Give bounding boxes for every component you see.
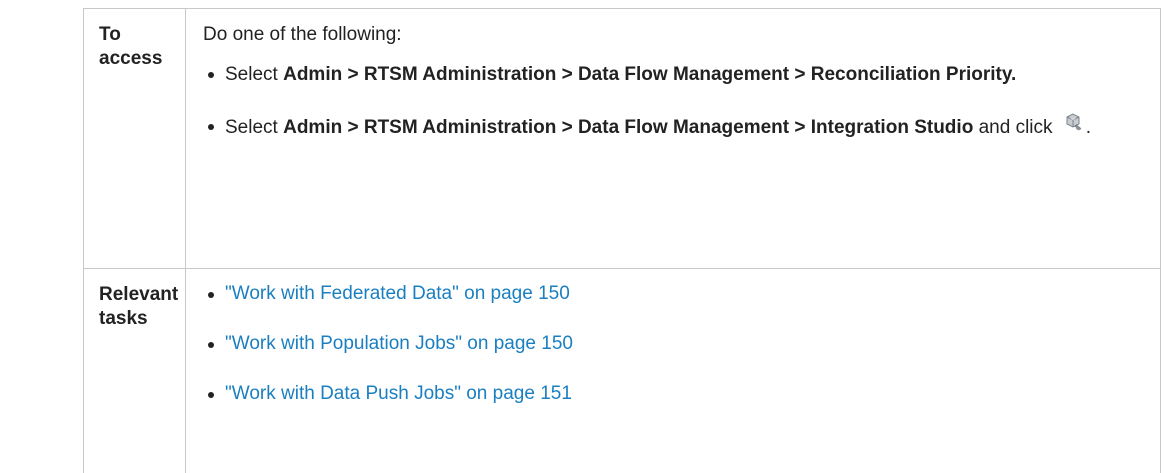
step-suffix: and click [973,117,1057,138]
access-label: To access [84,9,186,269]
access-step-integration-studio: Select Admin > RTSM Administration > Dat… [203,112,1160,143]
task-item: "Work with Population Jobs" on page 150 [203,332,1160,356]
task-item: "Work with Data Push Jobs" on page 151 [203,382,1160,406]
access-intro: Do one of the following: [203,23,1160,47]
access-row: To access Do one of the following: Selec… [84,9,1161,269]
info-table: To access Do one of the following: Selec… [83,8,1161,473]
access-steps-list: Select Admin > RTSM Administration > Dat… [203,60,1160,143]
integration-studio-icon [1062,112,1086,136]
link-work-with-federated-data[interactable]: "Work with Federated Data" on page 150 [225,283,570,304]
tasks-label: Relevant tasks [84,269,186,473]
link-work-with-population-jobs[interactable]: "Work with Population Jobs" on page 150 [225,333,573,354]
step-end: . [1086,117,1091,138]
menu-path-integration-studio: Admin > RTSM Administration > Data Flow … [283,117,973,138]
step-prefix: Select [225,117,283,138]
tasks-content: "Work with Federated Data" on page 150 "… [186,269,1161,473]
tasks-row: Relevant tasks "Work with Federated Data… [84,269,1161,473]
task-item: "Work with Federated Data" on page 150 [203,282,1160,306]
link-work-with-data-push-jobs[interactable]: "Work with Data Push Jobs" on page 151 [225,383,572,404]
access-content: Do one of the following: Select Admin > … [186,9,1161,269]
access-step-reconciliation: Select Admin > RTSM Administration > Dat… [203,60,1160,90]
step-prefix: Select [225,64,283,85]
tasks-list: "Work with Federated Data" on page 150 "… [203,282,1160,406]
menu-path-reconciliation: Admin > RTSM Administration > Data Flow … [283,64,1016,85]
